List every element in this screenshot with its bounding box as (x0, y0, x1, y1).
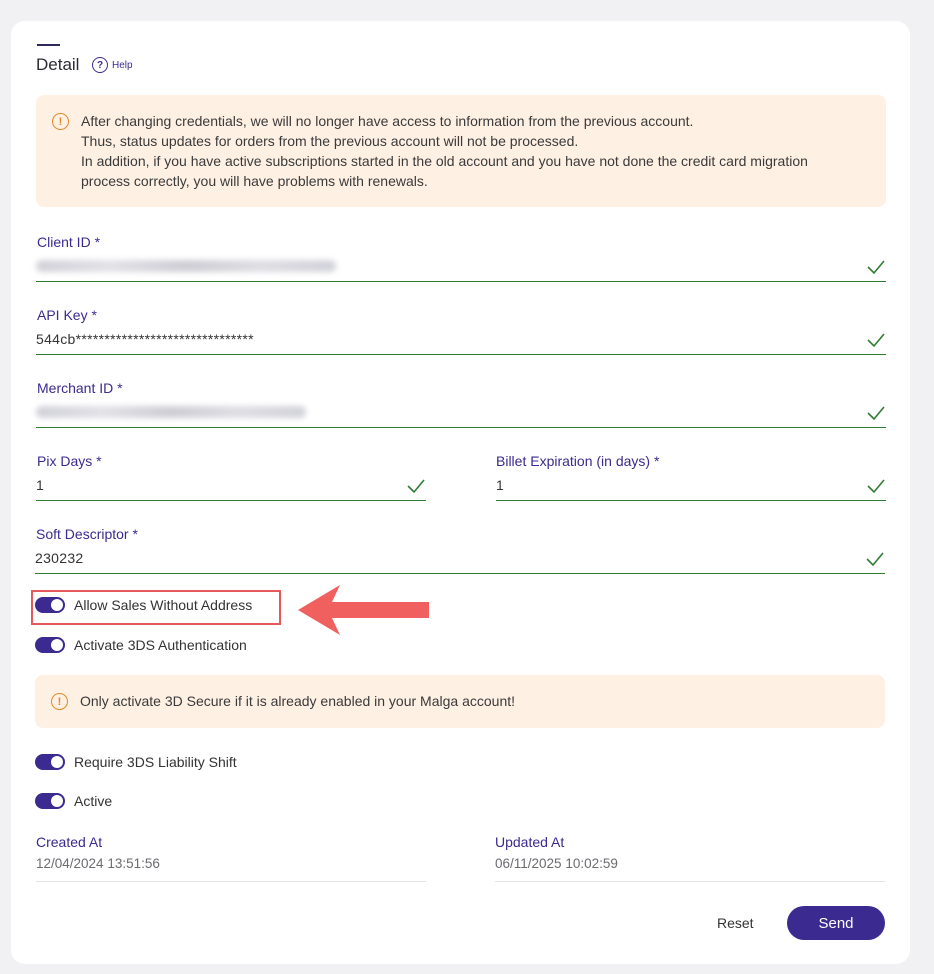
client-id-field[interactable] (36, 250, 886, 282)
check-icon (867, 333, 885, 348)
check-icon (407, 479, 425, 494)
updated-at-underline (495, 881, 885, 882)
arrow-left-icon (298, 585, 429, 635)
pix-days-value: 1 (36, 477, 45, 493)
merchant-id-redacted-value (36, 406, 306, 418)
updated-at-label: Updated At (495, 834, 565, 850)
check-icon (866, 552, 884, 567)
check-icon (867, 479, 885, 494)
updated-at-value: 06/11/2025 10:02:59 (495, 856, 618, 871)
billet-expiration-field[interactable]: 1 (496, 469, 886, 501)
warning-line: Thus, status updates for orders from the… (81, 133, 579, 149)
soft-descriptor-field[interactable]: 230232 (35, 542, 885, 574)
help-link[interactable]: ? Help (92, 57, 133, 73)
billet-expiration-label: Billet Expiration (in days) * (496, 453, 660, 469)
warning-line: process correctly, you will have problem… (81, 173, 428, 189)
credentials-warning: ! After changing credentials, we will no… (36, 95, 886, 207)
send-button[interactable]: Send (787, 906, 885, 940)
warning-line: After changing credentials, we will no l… (81, 113, 694, 129)
client-id-underline (36, 281, 886, 282)
created-at-underline (36, 881, 426, 882)
pix-days-label: Pix Days * (37, 453, 102, 469)
help-label: Help (112, 59, 133, 71)
billet-expiration-value: 1 (496, 477, 505, 493)
question-circle-icon: ? (92, 57, 108, 73)
merchant-id-label: Merchant ID * (37, 380, 123, 396)
pix-days-underline (36, 500, 426, 501)
toggle-switch[interactable] (35, 637, 65, 653)
soft-descriptor-label: Soft Descriptor * (36, 526, 138, 542)
api-key-label: API Key * (37, 307, 97, 323)
created-at-label: Created At (36, 834, 103, 850)
toggle-allow-sales-without-address[interactable]: Allow Sales Without Address (35, 597, 252, 613)
api-key-underline (36, 354, 886, 355)
page-title: Detail (36, 55, 80, 74)
client-id-redacted-value (36, 260, 336, 272)
toggle-label: Allow Sales Without Address (74, 597, 253, 613)
3ds-warning: ! Only activate 3D Secure if it is alrea… (35, 675, 885, 728)
client-id-label: Client ID * (37, 234, 101, 250)
check-icon (867, 260, 885, 275)
toggle-switch[interactable] (35, 754, 65, 770)
toggle-require-3ds-liability-shift[interactable]: Require 3DS Liability Shift (35, 754, 237, 770)
toggle-label: Active (74, 793, 113, 809)
api-key-value: 544cb******************************* (36, 331, 254, 347)
toggle-label: Require 3DS Liability Shift (74, 754, 237, 770)
merchant-id-underline (36, 427, 886, 428)
api-key-field[interactable]: 544cb******************************* (36, 323, 886, 355)
tab-indicator (37, 44, 60, 46)
toggle-label: Activate 3DS Authentication (74, 637, 247, 653)
merchant-id-field[interactable] (36, 396, 886, 428)
warning-line: In addition, if you have active subscrip… (81, 153, 808, 169)
toggle-active[interactable]: Active (35, 793, 112, 809)
toggle-switch[interactable] (35, 597, 65, 613)
billet-expiration-underline (496, 500, 886, 501)
exclamation-circle-icon: ! (51, 693, 68, 710)
soft-descriptor-value: 230232 (35, 550, 84, 566)
exclamation-circle-icon: ! (52, 113, 69, 130)
created-at-value: 12/04/2024 13:51:56 (36, 856, 160, 871)
toggle-activate-3ds[interactable]: Activate 3DS Authentication (35, 637, 247, 653)
pix-days-field[interactable]: 1 (36, 469, 426, 501)
check-icon (867, 406, 885, 421)
reset-button[interactable]: Reset (717, 915, 754, 931)
toggle-switch[interactable] (35, 793, 65, 809)
warning-text: Only activate 3D Secure if it is already… (80, 693, 516, 709)
soft-descriptor-underline (35, 573, 885, 574)
